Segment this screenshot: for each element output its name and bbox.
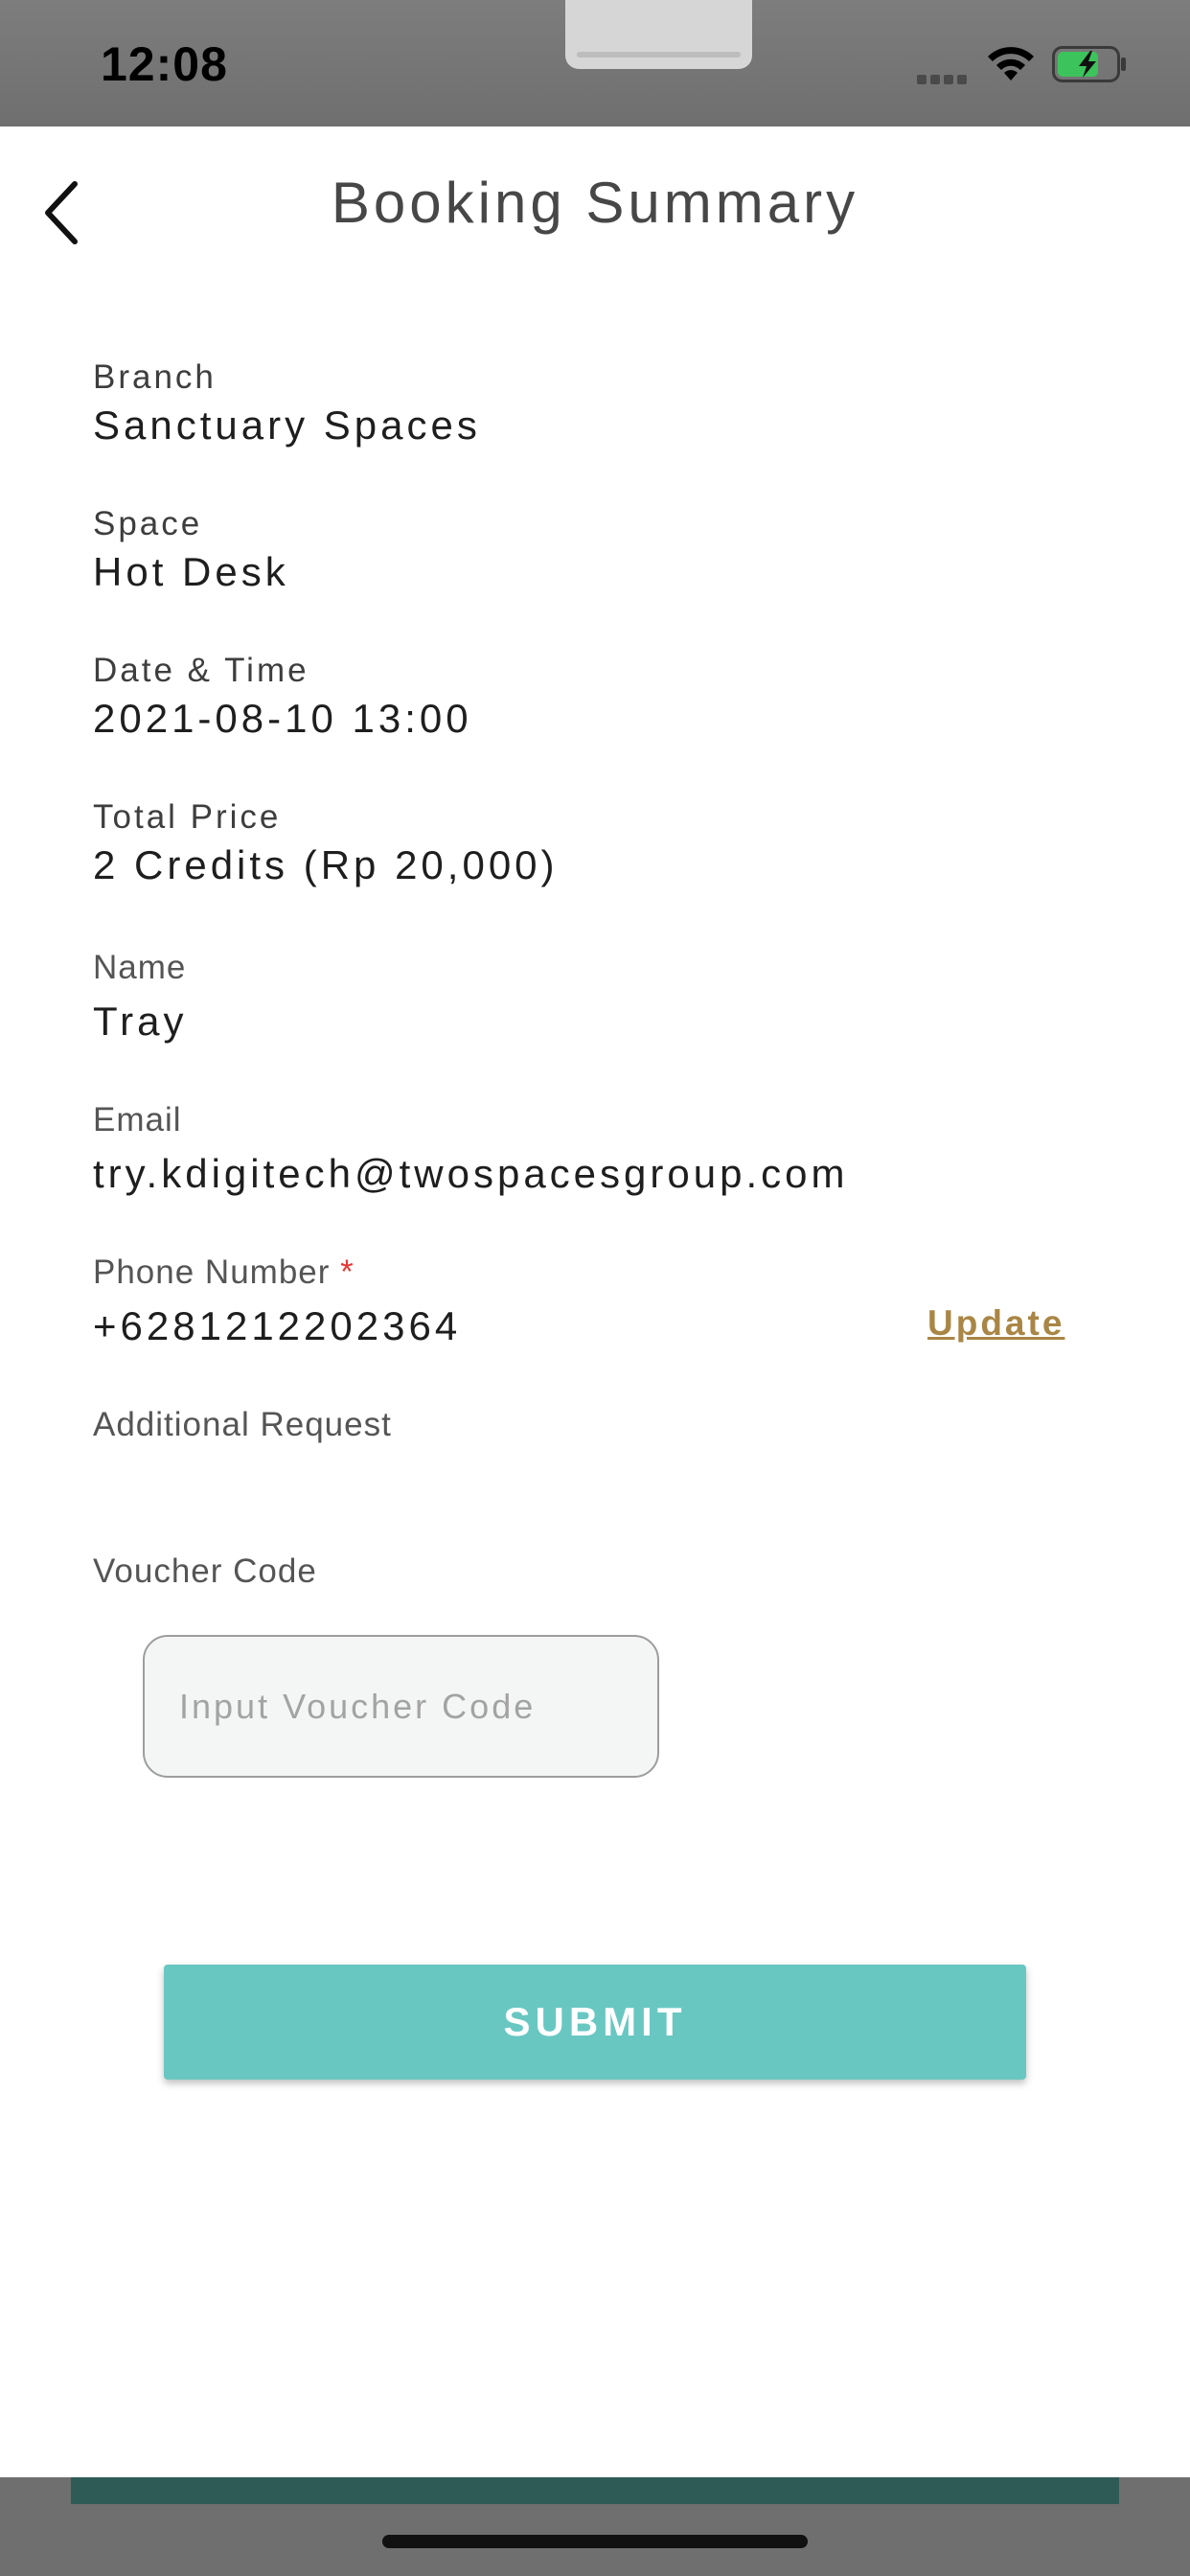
phone-label: Phone Number * — [93, 1254, 461, 1292]
name-value: Tray — [93, 999, 188, 1044]
branch-value: Sanctuary Spaces — [93, 402, 481, 448]
phone-label-text: Phone Number — [93, 1254, 331, 1291]
update-phone-link[interactable]: Update — [927, 1303, 1064, 1344]
phone-field: Phone Number * +6281212202364 — [93, 1254, 461, 1349]
email-value: try.kdigitech@twospacesgroup.com — [93, 1151, 849, 1196]
date-time-field: Date & Time 2021-08-10 13:00 — [93, 652, 472, 742]
page-title: Booking Summary — [331, 171, 859, 235]
email-label: Email — [93, 1101, 182, 1138]
booking-summary-screen: 12:08 Booking Summary Branch Sanctuary S… — [0, 0, 1190, 2576]
home-indicator[interactable] — [382, 2535, 808, 2548]
total-price-label: Total Price — [93, 798, 282, 836]
total-price-value: 2 Credits (Rp 20,000) — [93, 842, 559, 887]
submit-button[interactable]: SUBMIT — [164, 1965, 1026, 2080]
name-field: Name Tray — [93, 949, 187, 1045]
voucher-label: Voucher Code — [93, 1552, 317, 1590]
additional-request-label: Additional Request — [93, 1406, 392, 1443]
space-label: Space — [93, 505, 203, 542]
space-field: Space Hot Desk — [93, 505, 289, 595]
date-time-value: 2021-08-10 13:00 — [93, 696, 472, 741]
background-button-strip — [71, 2477, 1119, 2504]
date-time-label: Date & Time — [93, 652, 309, 689]
wifi-icon — [988, 47, 1034, 80]
additional-request-field: Additional Request — [93, 1406, 392, 1444]
voucher-code-input[interactable] — [143, 1635, 659, 1778]
phone-value: +6281212202364 — [93, 1303, 462, 1348]
branch-field: Branch Sanctuary Spaces — [93, 358, 481, 448]
branch-label: Branch — [93, 358, 217, 396]
status-bar: 12:08 — [0, 0, 1190, 126]
total-price-field: Total Price 2 Credits (Rp 20,000) — [93, 798, 559, 888]
name-label: Name — [93, 949, 187, 986]
cellular-signal-icon — [917, 72, 971, 84]
required-mark: * — [340, 1254, 355, 1291]
background-photo — [565, 0, 752, 69]
header: Booking Summary — [0, 126, 1190, 280]
background-overlay — [0, 2477, 1190, 2576]
space-value: Hot Desk — [93, 549, 289, 594]
email-field: Email try.kdigitech@twospacesgroup.com — [93, 1101, 848, 1197]
voucher-field: Voucher Code — [93, 1552, 317, 1591]
status-time: 12:08 — [101, 37, 228, 91]
battery-charging-icon — [1052, 46, 1126, 82]
